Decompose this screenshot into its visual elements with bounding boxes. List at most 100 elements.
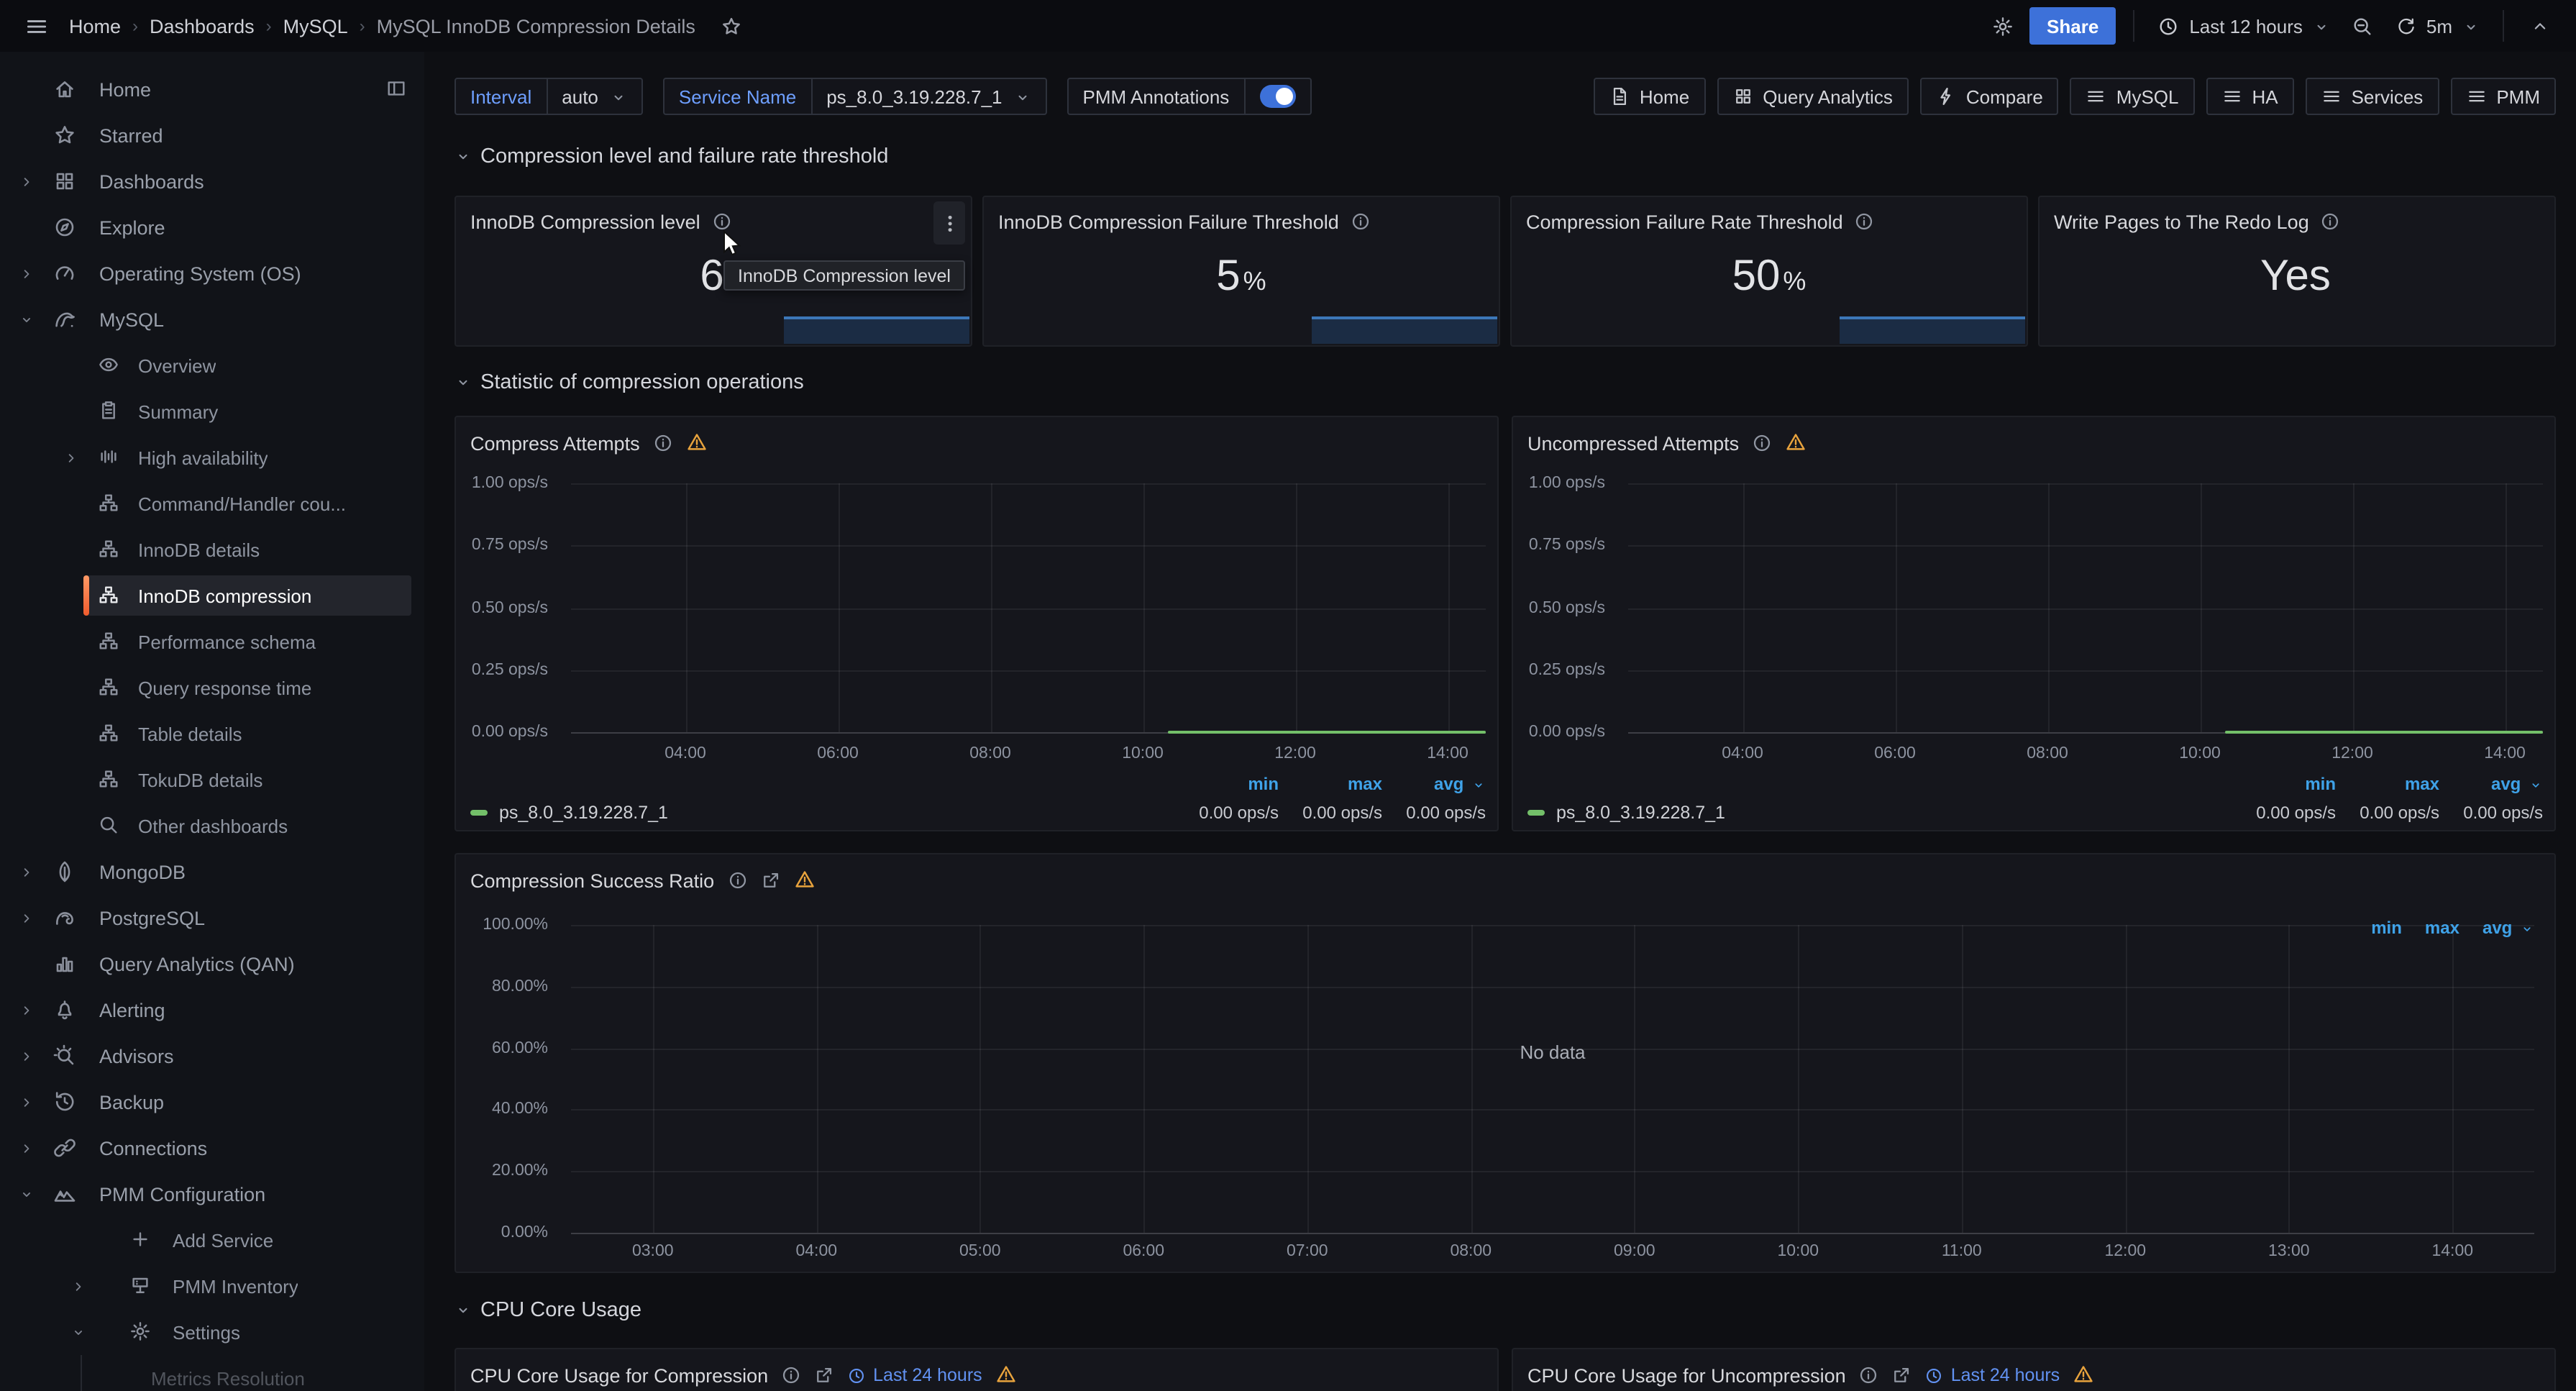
panel-title[interactable]: InnoDB Compression Failure Threshold: [998, 211, 1339, 232]
sidebar-item-pmm-configuration[interactable]: PMM Configuration: [0, 1171, 424, 1217]
legend-stat-avg[interactable]: avg: [1382, 774, 1486, 794]
expand-chevron[interactable]: [13, 864, 40, 880]
legend-stat-avg[interactable]: avg: [2439, 774, 2543, 794]
sidebar-item-home[interactable]: Home: [0, 66, 424, 112]
dashboard-settings-gear-icon[interactable]: [1983, 7, 2021, 45]
sidebar-item-dashboards[interactable]: Dashboards: [0, 158, 424, 204]
sidebar-item-performance-schema[interactable]: Performance schema: [0, 619, 424, 665]
section-compression-level[interactable]: Compression level and failure rate thres…: [455, 141, 2556, 173]
expand-chevron[interactable]: [13, 1140, 40, 1156]
breadcrumb-item-mysql[interactable]: MySQL: [283, 15, 348, 37]
panel-title[interactable]: CPU Core Usage for Uncompression: [1527, 1364, 1846, 1386]
sidebar-item-high-availability[interactable]: High availability: [0, 434, 424, 480]
panel-title[interactable]: Write Pages to The Redo Log: [2054, 211, 2309, 232]
panel-title[interactable]: InnoDB Compression level: [470, 211, 700, 232]
sidebar-item-overview[interactable]: Overview: [0, 342, 424, 388]
star-dashboard-icon[interactable]: [713, 7, 750, 45]
time-range-picker[interactable]: Last 12 hours: [2152, 7, 2336, 45]
expand-chevron[interactable]: [58, 450, 85, 465]
sidebar-item-settings[interactable]: Settings: [0, 1309, 424, 1355]
zoom-out-icon[interactable]: [2344, 7, 2382, 45]
dock-icon[interactable]: [385, 76, 407, 102]
y-axis-tick-label: 1.00 ops/s: [1529, 475, 1605, 492]
section-statistic-compression-operations[interactable]: Statistic of compression operations: [455, 367, 2556, 398]
legend-stat-max[interactable]: max: [2336, 774, 2439, 794]
panel-title[interactable]: Compression Failure Rate Threshold: [1526, 211, 1843, 232]
menu-icon[interactable]: [17, 7, 55, 45]
info-icon[interactable]: [781, 1362, 801, 1388]
sidebar-item-command-handler-cou[interactable]: Command/Handler cou...: [0, 480, 424, 526]
sitemap-icon: [98, 723, 119, 744]
sidebar-item-connections[interactable]: Connections: [0, 1125, 424, 1171]
nav-button-services[interactable]: Services: [2306, 78, 2439, 115]
nav-button-compare[interactable]: Compare: [1920, 78, 2059, 115]
warning-icon[interactable]: [995, 1362, 1017, 1388]
refresh-picker[interactable]: 5m: [2390, 7, 2485, 45]
sidebar-item-query-response-time[interactable]: Query response time: [0, 665, 424, 711]
panel-title[interactable]: CPU Core Usage for Compression: [470, 1364, 768, 1386]
sidebar-item-postgresql[interactable]: PostgreSQL: [0, 895, 424, 941]
sidebar-item-query-analytics-qan[interactable]: Query Analytics (QAN): [0, 941, 424, 987]
sidebar-item-table-details[interactable]: Table details: [0, 711, 424, 757]
external-link-icon[interactable]: [814, 1362, 834, 1388]
expand-chevron[interactable]: [13, 265, 40, 281]
sidebar-item-other-dashboards[interactable]: Other dashboards: [0, 803, 424, 849]
share-button[interactable]: Share: [2029, 7, 2116, 45]
expand-chevron[interactable]: [13, 1186, 40, 1202]
sidebar-item-explore[interactable]: Explore: [0, 204, 424, 250]
nav-button-home[interactable]: Home: [1594, 78, 1705, 115]
info-icon[interactable]: [2321, 209, 2341, 234]
expand-chevron[interactable]: [13, 311, 40, 327]
nav-button-pmm[interactable]: PMM: [2450, 78, 2556, 115]
sidebar-item-innodb-compression[interactable]: InnoDB compression: [0, 573, 424, 619]
legend-stat-min[interactable]: min: [1175, 774, 1279, 794]
section-cpu-core-usage[interactable]: CPU Core Usage: [455, 1295, 2556, 1326]
nav-button-ha[interactable]: HA: [2206, 78, 2293, 115]
panel-time-override[interactable]: Last 24 hours: [1925, 1365, 2060, 1385]
expand-chevron[interactable]: [13, 910, 40, 926]
sidebar-item-pmm-inventory[interactable]: PMM Inventory: [0, 1263, 424, 1309]
panel-menu-kebab-icon[interactable]: [933, 201, 965, 245]
stat-value: 50%: [1512, 255, 2027, 298]
expand-chevron[interactable]: [65, 1324, 92, 1340]
warning-icon[interactable]: [2073, 1362, 2094, 1388]
sidebar-item-operating-system-os[interactable]: Operating System (OS): [0, 250, 424, 296]
sidebar-item-mongodb[interactable]: MongoDB: [0, 849, 424, 895]
sidebar-item-backup[interactable]: Backup: [0, 1079, 424, 1125]
legend-stat-min[interactable]: min: [2232, 774, 2336, 794]
external-link-icon[interactable]: [1892, 1362, 1912, 1388]
expand-chevron[interactable]: [13, 173, 40, 189]
legend-series-name[interactable]: ps_8.0_3.19.228.7_1: [1556, 803, 1725, 823]
info-icon[interactable]: [1859, 1362, 1879, 1388]
sidebar-item-alerting[interactable]: Alerting: [0, 987, 424, 1033]
nav-button-mysql[interactable]: MySQL: [2070, 78, 2195, 115]
sidebar-item-tokudb-details[interactable]: TokuDB details: [0, 757, 424, 803]
sidebar-item-metrics-resolution[interactable]: Metrics Resolution: [0, 1355, 424, 1391]
legend-stat-max[interactable]: max: [2425, 918, 2459, 938]
breadcrumb-item-home[interactable]: Home: [69, 15, 121, 37]
expand-chevron[interactable]: [13, 1048, 40, 1064]
legend-stat-min[interactable]: min: [2371, 918, 2402, 938]
sidebar-item-advisors[interactable]: Advisors: [0, 1033, 424, 1079]
collapse-topbar-chevron-up-icon[interactable]: [2521, 7, 2559, 45]
legend-stat-max[interactable]: max: [1279, 774, 1382, 794]
info-icon[interactable]: [1351, 209, 1371, 234]
panel-time-override[interactable]: Last 24 hours: [847, 1365, 982, 1385]
expand-chevron[interactable]: [65, 1278, 92, 1294]
sidebar-item-starred[interactable]: Starred: [0, 112, 424, 158]
sidebar-item-mysql[interactable]: MySQL: [0, 296, 424, 342]
nav-button-query-analytics[interactable]: Query Analytics: [1717, 78, 1909, 115]
sidebar-item-summary[interactable]: Summary: [0, 388, 424, 434]
expand-chevron[interactable]: [13, 1094, 40, 1110]
legend-series-name[interactable]: ps_8.0_3.19.228.7_1: [499, 803, 668, 823]
breadcrumb-item-dashboards[interactable]: Dashboards: [150, 15, 255, 37]
toggle-switch[interactable]: [1259, 85, 1295, 108]
sidebar-item-add-service[interactable]: Add Service: [0, 1217, 424, 1263]
expand-chevron[interactable]: [13, 1002, 40, 1018]
legend-stat-avg[interactable]: avg: [2483, 918, 2534, 938]
sidebar-item-innodb-details[interactable]: InnoDB details: [0, 526, 424, 573]
pmm-annotations-toggle[interactable]: [1245, 78, 1311, 115]
interval-select[interactable]: auto: [547, 78, 643, 115]
info-icon[interactable]: [1855, 209, 1875, 234]
service-name-select[interactable]: ps_8.0_3.19.228.7_1: [812, 78, 1046, 115]
